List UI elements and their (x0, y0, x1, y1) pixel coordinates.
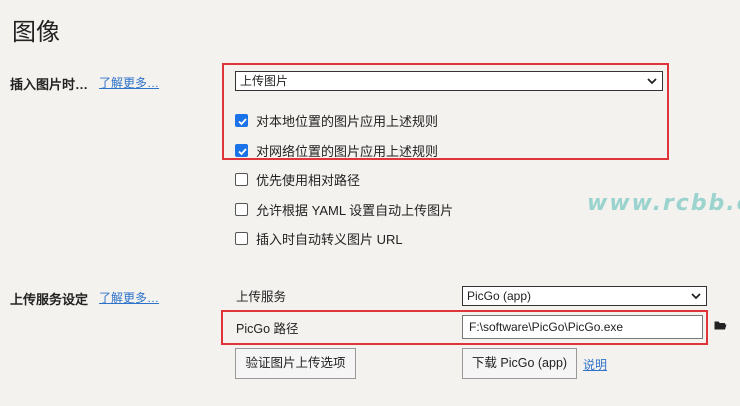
check-icon (238, 117, 247, 125)
upload-service-settings-label: 上传服务设定 (10, 292, 89, 307)
folder-icon[interactable] (714, 320, 727, 331)
checkbox-row-network[interactable]: 对网络位置的图片应用上述规则 (235, 140, 438, 160)
watermark: www.rcbb.cc (587, 191, 740, 216)
checkbox-row-escape[interactable]: 插入时自动转义图片 URL (235, 228, 403, 248)
check-icon (238, 147, 247, 155)
picgo-path-label: PicGo 路径 (236, 322, 299, 336)
insert-image-label: 插入图片时… (10, 77, 89, 92)
upload-learn-more-link[interactable]: 了解更多… (99, 289, 159, 306)
page-title: 图像 (12, 19, 60, 46)
insert-action-value: 上传图片 (240, 74, 289, 88)
help-link[interactable]: 说明 (583, 356, 607, 373)
checkbox-escape-url[interactable] (235, 231, 248, 245)
insert-learn-more-link[interactable]: 了解更多… (99, 74, 159, 91)
upload-service-value: PicGo (app) (467, 289, 532, 303)
checkbox-row-relative[interactable]: 优先使用相对路径 (235, 169, 360, 189)
checkbox-row-yaml[interactable]: 允许根据 YAML 设置自动上传图片 (235, 199, 453, 219)
upload-service-select[interactable]: PicGo (app) (462, 286, 707, 306)
checkbox-row-local[interactable]: 对本地位置的图片应用上述规则 (235, 110, 438, 130)
download-picgo-button[interactable]: 下载 PicGo (app) (462, 348, 577, 379)
checkbox-yaml-upload-label: 允许根据 YAML 设置自动上传图片 (256, 202, 454, 218)
chevron-down-icon (691, 293, 701, 300)
chevron-down-icon (647, 78, 657, 85)
checkbox-yaml-upload[interactable] (235, 202, 248, 216)
checkbox-network-label: 对网络位置的图片应用上述规则 (256, 143, 439, 159)
insert-action-select[interactable]: 上传图片 (235, 71, 663, 91)
checkbox-local-label: 对本地位置的图片应用上述规则 (256, 113, 439, 129)
upload-service-label: 上传服务 (236, 290, 287, 304)
picgo-path-input[interactable]: F:\software\PicGo\PicGo.exe (462, 315, 703, 339)
checkbox-relative-path-label: 优先使用相对路径 (256, 172, 361, 188)
checkbox-relative-path[interactable] (235, 172, 248, 186)
checkbox-network[interactable] (235, 143, 248, 157)
checkbox-local[interactable] (235, 113, 248, 127)
verify-upload-options-button[interactable]: 验证图片上传选项 (235, 348, 356, 379)
checkbox-escape-url-label: 插入时自动转义图片 URL (256, 231, 403, 247)
